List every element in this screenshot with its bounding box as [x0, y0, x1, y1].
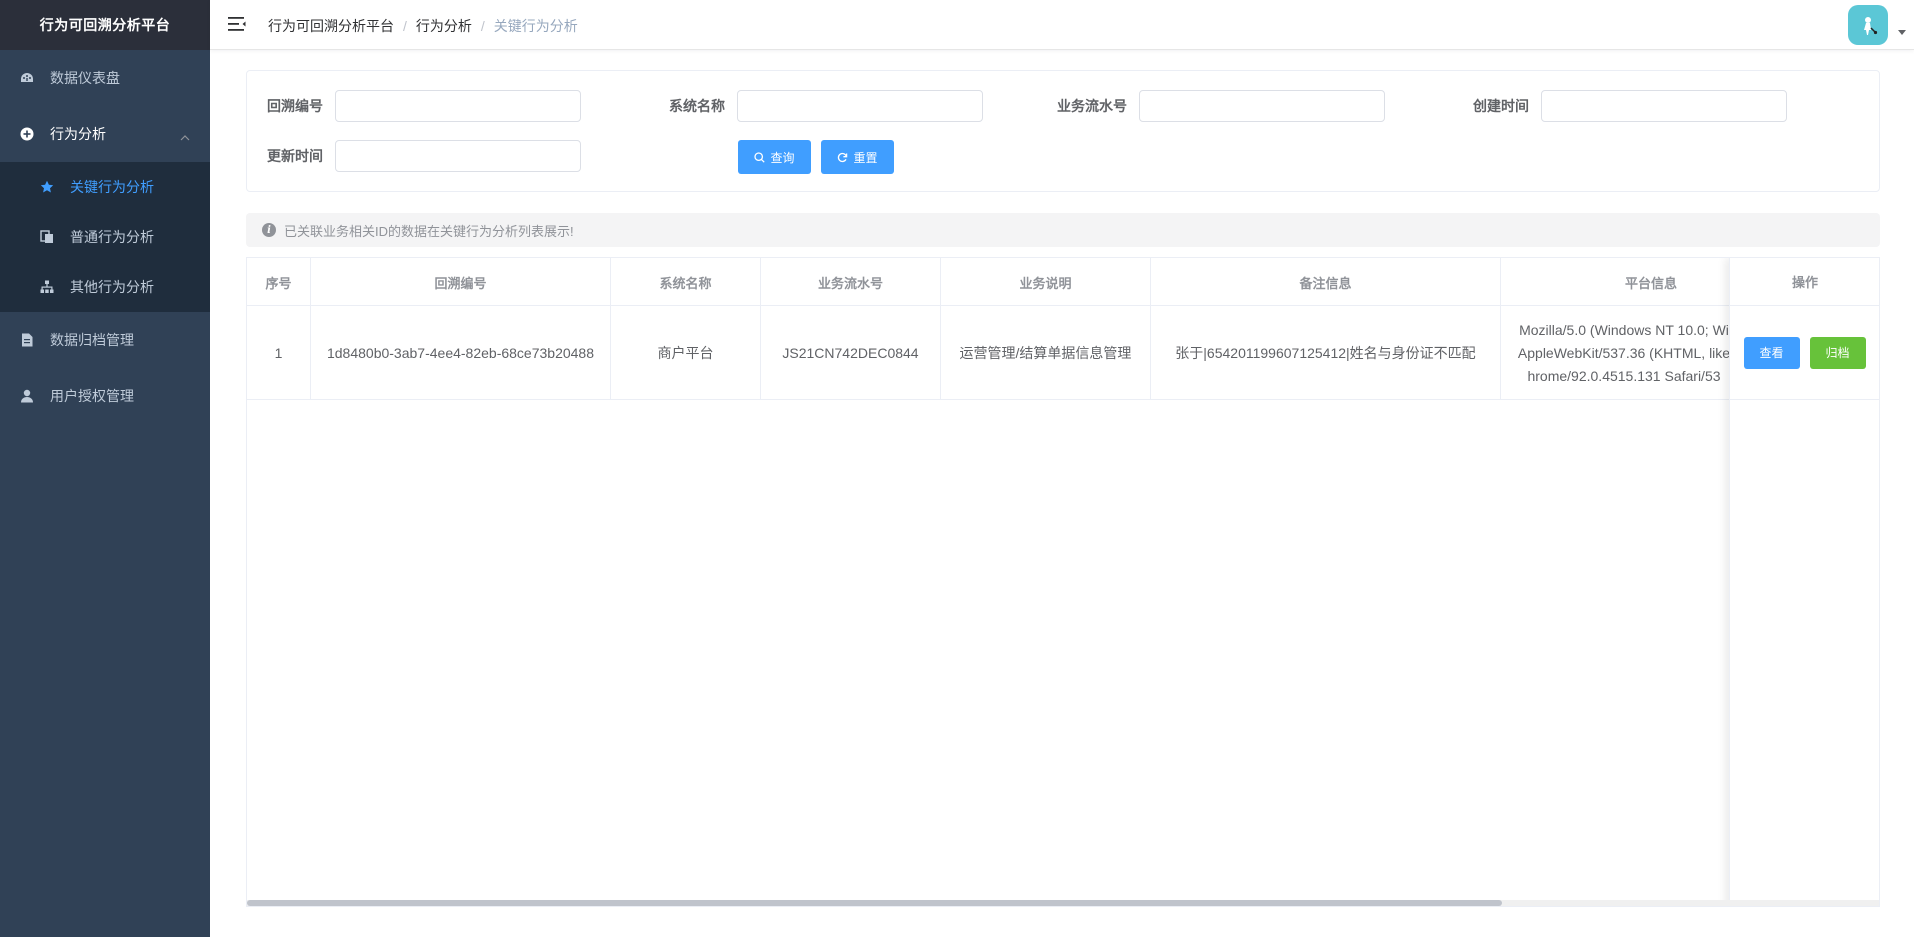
column-header: 业务流水号	[761, 258, 941, 306]
breadcrumb-separator: /	[480, 18, 485, 34]
updated-time-input[interactable]	[335, 140, 581, 172]
navbar: 行为可回溯分析平台 / 行为分析 / 关键行为分析	[210, 0, 1914, 50]
column-header: 操作	[1730, 258, 1879, 306]
alert-text: 已关联业务相关ID的数据在关键行为分析列表展示!	[284, 223, 574, 239]
submenu-behavior-analysis: 关键行为分析 普通行为分析 其他行为分析	[0, 162, 210, 312]
refresh-icon	[837, 152, 848, 163]
cell-trace-id: 1d8480b0-3ab7-4ee4-82eb-68ce73b20488	[311, 306, 611, 400]
trace-id-label: 回溯编号	[267, 98, 323, 114]
breadcrumb: 行为可回溯分析平台 / 行为分析 / 关键行为分析	[268, 16, 578, 36]
breadcrumb-item[interactable]: 行为分析	[416, 16, 472, 36]
breadcrumb-item-current: 关键行为分析	[493, 18, 578, 34]
column-header: 系统名称	[611, 258, 761, 306]
query-button[interactable]: 查询	[738, 140, 811, 174]
fixed-ops-column: 操作 查看 归档	[1729, 258, 1879, 906]
column-header: 回溯编号	[311, 258, 611, 306]
table-row[interactable]: 1 1d8480b0-3ab7-4ee4-82eb-68ce73b20488 商…	[247, 306, 1801, 400]
created-time-label: 创建时间	[1473, 98, 1529, 114]
sidebar-item-label: 数据归档管理	[50, 332, 134, 348]
form-item-serial-no: 业务流水号	[1057, 90, 1385, 122]
caret-down-icon[interactable]	[1898, 30, 1906, 35]
reset-button[interactable]: 重置	[821, 140, 894, 174]
query-button-label: 查询	[770, 150, 795, 165]
platform-line: hrome/92.0.4515.131 Safari/53	[1527, 367, 1721, 384]
platform-line: AppleWebKit/537.36 (KHTML, like	[1517, 344, 1731, 361]
search-form: 回溯编号 系统名称 业务流水号 创建时间 更新时间 查询 重置	[246, 70, 1880, 192]
updated-time-label: 更新时间	[267, 148, 323, 164]
search-icon	[754, 151, 766, 163]
sidebar-item-other-behavior[interactable]: 其他行为分析	[0, 262, 210, 312]
sidebar-item-key-behavior[interactable]: 关键行为分析	[0, 162, 210, 212]
hamburger-icon[interactable]	[228, 16, 246, 32]
dashboard-icon	[20, 71, 34, 85]
sidebar-title: 行为可回溯分析平台	[0, 0, 210, 50]
table-header: 序号 回溯编号 系统名称 业务流水号 业务说明 备注信息 平台信息	[247, 258, 1801, 306]
view-button[interactable]: 查看	[1743, 336, 1800, 369]
sidebar-item-label: 数据仪表盘	[50, 70, 120, 86]
row-actions: 查看 归档	[1730, 306, 1879, 400]
sidebar-item-normal-behavior[interactable]: 普通行为分析	[0, 212, 210, 262]
behavior-table: 序号 回溯编号 系统名称 业务流水号 业务说明 备注信息 平台信息 1 1d84…	[246, 257, 1880, 907]
avatar-figure-icon	[1864, 17, 1878, 35]
copy-icon	[40, 230, 54, 244]
horizontal-scrollbar[interactable]	[247, 900, 1879, 906]
form-item-created-time: 创建时间	[1473, 90, 1787, 122]
cell-system: 商户平台	[611, 306, 761, 400]
system-name-label: 系统名称	[669, 98, 725, 114]
sidebar-item-label: 用户授权管理	[50, 388, 134, 404]
column-header: 备注信息	[1151, 258, 1501, 306]
cell-serial: JS21CN742DEC0844	[761, 306, 941, 400]
sidebar-item-label: 关键行为分析	[70, 179, 154, 195]
star-icon	[40, 180, 54, 194]
info-icon: i	[262, 223, 276, 237]
platform-text: Mozilla/5.0 (Windows NT 10.0; Wi AppleWe…	[1505, 319, 1755, 388]
serial-no-label: 业务流水号	[1057, 98, 1127, 114]
archive-button[interactable]: 归档	[1809, 336, 1866, 369]
cell-index: 1	[247, 306, 311, 400]
avatar[interactable]	[1848, 5, 1888, 45]
reset-button-label: 重置	[853, 150, 878, 165]
sidebar-item-data-archive[interactable]: 数据归档管理	[0, 312, 210, 368]
column-header: 序号	[247, 258, 311, 306]
system-name-input[interactable]	[737, 90, 983, 122]
breadcrumb-item[interactable]: 行为可回溯分析平台	[268, 16, 394, 36]
cell-business: 运营管理/结算单据信息管理	[941, 306, 1151, 400]
form-item-updated-time: 更新时间	[267, 140, 581, 172]
app: 行为可回溯分析平台 数据仪表盘 行为分析 关键行为分析 普通行为分析 其他行为分…	[0, 0, 1914, 937]
sidebar-item-label: 行为分析	[50, 126, 106, 142]
trace-id-input[interactable]	[335, 90, 581, 122]
scrollbar-thumb[interactable]	[247, 900, 1502, 906]
plus-circle-icon	[20, 127, 34, 141]
sidebar-item-label: 其他行为分析	[70, 279, 154, 295]
sidebar-item-user-auth[interactable]: 用户授权管理	[0, 368, 210, 424]
sidebar-item-behavior-analysis[interactable]: 行为分析	[0, 106, 210, 162]
form-item-system-name: 系统名称	[669, 90, 983, 122]
document-icon	[20, 333, 34, 347]
sidebar-item-label: 普通行为分析	[70, 229, 154, 245]
column-header: 业务说明	[941, 258, 1151, 306]
user-icon	[20, 389, 34, 403]
created-time-input[interactable]	[1541, 90, 1787, 122]
tree-icon	[40, 280, 54, 294]
sidebar-item-dashboard[interactable]: 数据仪表盘	[0, 50, 210, 106]
breadcrumb-separator: /	[403, 18, 407, 34]
sidebar: 行为可回溯分析平台 数据仪表盘 行为分析 关键行为分析 普通行为分析 其他行为分…	[0, 0, 210, 937]
serial-no-input[interactable]	[1139, 90, 1385, 122]
info-alert: i 已关联业务相关ID的数据在关键行为分析列表展示!	[246, 213, 1880, 247]
form-item-trace-id: 回溯编号	[267, 90, 581, 122]
cell-remark: 张于|654201199607125412|姓名与身份证不匹配	[1151, 306, 1501, 400]
platform-line: Mozilla/5.0 (Windows NT 10.0; Wi	[1519, 321, 1729, 338]
chevron-up-icon	[180, 128, 190, 144]
